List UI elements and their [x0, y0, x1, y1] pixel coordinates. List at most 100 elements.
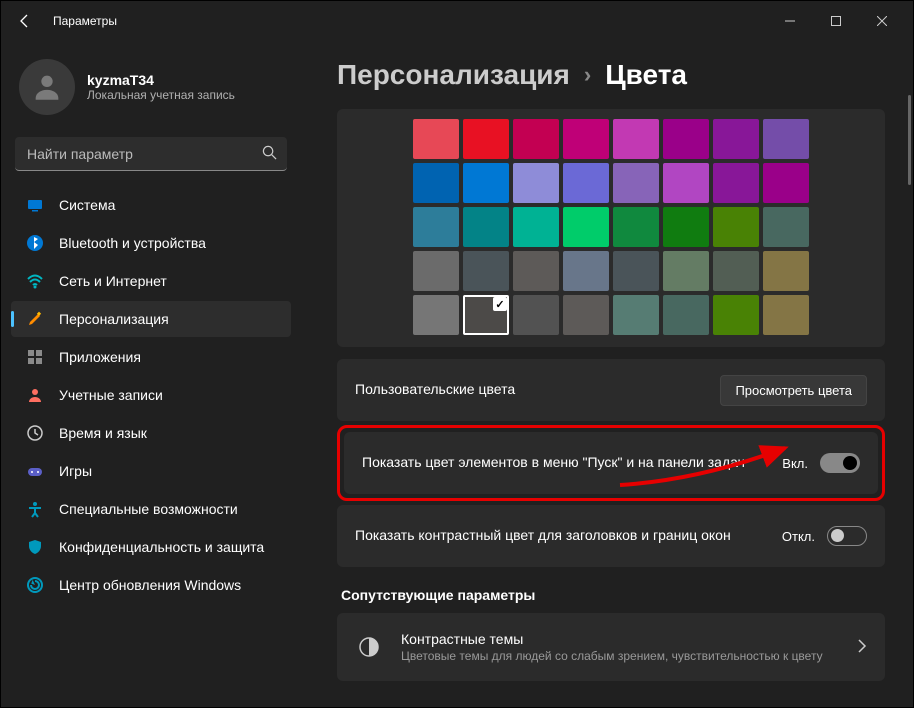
color-swatch[interactable] — [713, 119, 759, 159]
color-swatch[interactable] — [413, 163, 459, 203]
color-swatch[interactable] — [513, 163, 559, 203]
user-block[interactable]: kyzmaT34 Локальная учетная запись — [11, 49, 291, 133]
close-button[interactable] — [859, 5, 905, 37]
color-swatch[interactable] — [613, 119, 659, 159]
accessibility-icon — [25, 499, 45, 519]
accent-titlebar-row: Показать контрастный цвет для заголовков… — [337, 505, 885, 567]
accent-start-taskbar-row: Показать цвет элементов в меню "Пуск" и … — [344, 432, 878, 494]
color-swatch[interactable] — [763, 207, 809, 247]
maximize-button[interactable] — [813, 5, 859, 37]
breadcrumb: Персонализация › Цвета — [337, 59, 885, 91]
avatar — [19, 59, 75, 115]
color-swatch[interactable] — [713, 251, 759, 291]
color-swatch[interactable] — [663, 163, 709, 203]
search-input[interactable] — [15, 137, 287, 171]
contrast-themes-sub: Цветовые темы для людей со слабым зрение… — [401, 649, 857, 663]
update-icon — [25, 575, 45, 595]
accent-start-toggle[interactable] — [820, 453, 860, 473]
color-swatch[interactable] — [413, 251, 459, 291]
color-swatch[interactable] — [713, 207, 759, 247]
color-swatch[interactable] — [613, 295, 659, 335]
sidebar-item-label: Специальные возможности — [59, 501, 238, 517]
search-box[interactable] — [15, 137, 287, 171]
sidebar-item-label: Игры — [59, 463, 92, 479]
time-icon — [25, 423, 45, 443]
sidebar-item-account[interactable]: Учетные записи — [11, 377, 291, 413]
color-swatch[interactable] — [763, 251, 809, 291]
color-swatch[interactable] — [413, 207, 459, 247]
chevron-right-icon — [857, 639, 867, 656]
color-swatch[interactable] — [563, 295, 609, 335]
toggle-state-label: Вкл. — [782, 456, 808, 471]
color-palette-card — [337, 109, 885, 347]
window-title: Параметры — [53, 14, 117, 28]
system-icon — [25, 195, 45, 215]
accent-titlebar-toggle[interactable] — [827, 526, 867, 546]
color-swatch[interactable] — [463, 207, 509, 247]
sidebar-item-label: Учетные записи — [59, 387, 163, 403]
breadcrumb-current: Цвета — [605, 59, 687, 91]
color-swatch[interactable] — [513, 251, 559, 291]
color-swatch[interactable] — [663, 119, 709, 159]
sidebar-item-accessibility[interactable]: Специальные возможности — [11, 491, 291, 527]
wifi-icon — [25, 271, 45, 291]
color-swatch[interactable] — [663, 207, 709, 247]
sidebar-item-label: Сеть и Интернет — [59, 273, 167, 289]
sidebar-item-wifi[interactable]: Сеть и Интернет — [11, 263, 291, 299]
color-swatch[interactable] — [413, 119, 459, 159]
color-swatch[interactable] — [713, 295, 759, 335]
sidebar-item-bluetooth[interactable]: Bluetooth и устройства — [11, 225, 291, 261]
sidebar-item-privacy[interactable]: Конфиденциальность и защита — [11, 529, 291, 565]
color-swatch[interactable] — [463, 163, 509, 203]
sidebar: kyzmaT34 Локальная учетная запись Систем… — [1, 41, 301, 707]
color-swatch[interactable] — [563, 207, 609, 247]
accent-titlebar-label: Показать контрастный цвет для заголовков… — [355, 526, 782, 546]
sidebar-item-label: Приложения — [59, 349, 141, 365]
sidebar-item-label: Система — [59, 197, 115, 213]
color-swatch[interactable] — [513, 295, 559, 335]
color-swatch[interactable] — [613, 163, 659, 203]
user-name: kyzmaT34 — [87, 72, 235, 88]
sidebar-item-apps[interactable]: Приложения — [11, 339, 291, 375]
color-swatch[interactable] — [563, 119, 609, 159]
user-account-type: Локальная учетная запись — [87, 88, 235, 102]
color-swatch[interactable] — [613, 207, 659, 247]
color-swatch[interactable] — [513, 207, 559, 247]
custom-colors-label: Пользовательские цвета — [355, 380, 720, 400]
color-swatch[interactable] — [413, 295, 459, 335]
color-swatch[interactable] — [513, 119, 559, 159]
color-swatch[interactable] — [763, 119, 809, 159]
color-swatch[interactable] — [663, 251, 709, 291]
scrollbar[interactable] — [908, 95, 911, 185]
apps-icon — [25, 347, 45, 367]
chevron-right-icon: › — [584, 62, 591, 88]
sidebar-item-time[interactable]: Время и язык — [11, 415, 291, 451]
color-swatch[interactable] — [463, 119, 509, 159]
minimize-button[interactable] — [767, 5, 813, 37]
color-swatch[interactable] — [563, 163, 609, 203]
search-icon — [262, 145, 277, 163]
titlebar: Параметры — [1, 1, 913, 41]
toggle-state-label: Откл. — [782, 529, 815, 544]
color-swatch[interactable] — [463, 251, 509, 291]
breadcrumb-parent[interactable]: Персонализация — [337, 59, 570, 91]
bluetooth-icon — [25, 233, 45, 253]
back-button[interactable] — [9, 5, 41, 37]
contrast-themes-link[interactable]: Контрастные темы Цветовые темы для людей… — [337, 613, 885, 681]
color-swatch[interactable] — [763, 163, 809, 203]
color-swatch[interactable] — [713, 163, 759, 203]
sidebar-item-update[interactable]: Центр обновления Windows — [11, 567, 291, 603]
sidebar-item-games[interactable]: Игры — [11, 453, 291, 489]
color-swatch[interactable] — [763, 295, 809, 335]
color-swatch[interactable] — [463, 295, 509, 335]
games-icon — [25, 461, 45, 481]
color-swatch[interactable] — [563, 251, 609, 291]
related-section-header: Сопутствующие параметры — [341, 587, 885, 603]
main-panel: Персонализация › Цвета Пользовательские … — [301, 41, 913, 707]
sidebar-item-brush[interactable]: Персонализация — [11, 301, 291, 337]
sidebar-item-system[interactable]: Система — [11, 187, 291, 223]
color-swatch[interactable] — [663, 295, 709, 335]
color-swatch[interactable] — [613, 251, 659, 291]
view-colors-button[interactable]: Просмотреть цвета — [720, 375, 867, 406]
contrast-icon — [355, 633, 383, 661]
